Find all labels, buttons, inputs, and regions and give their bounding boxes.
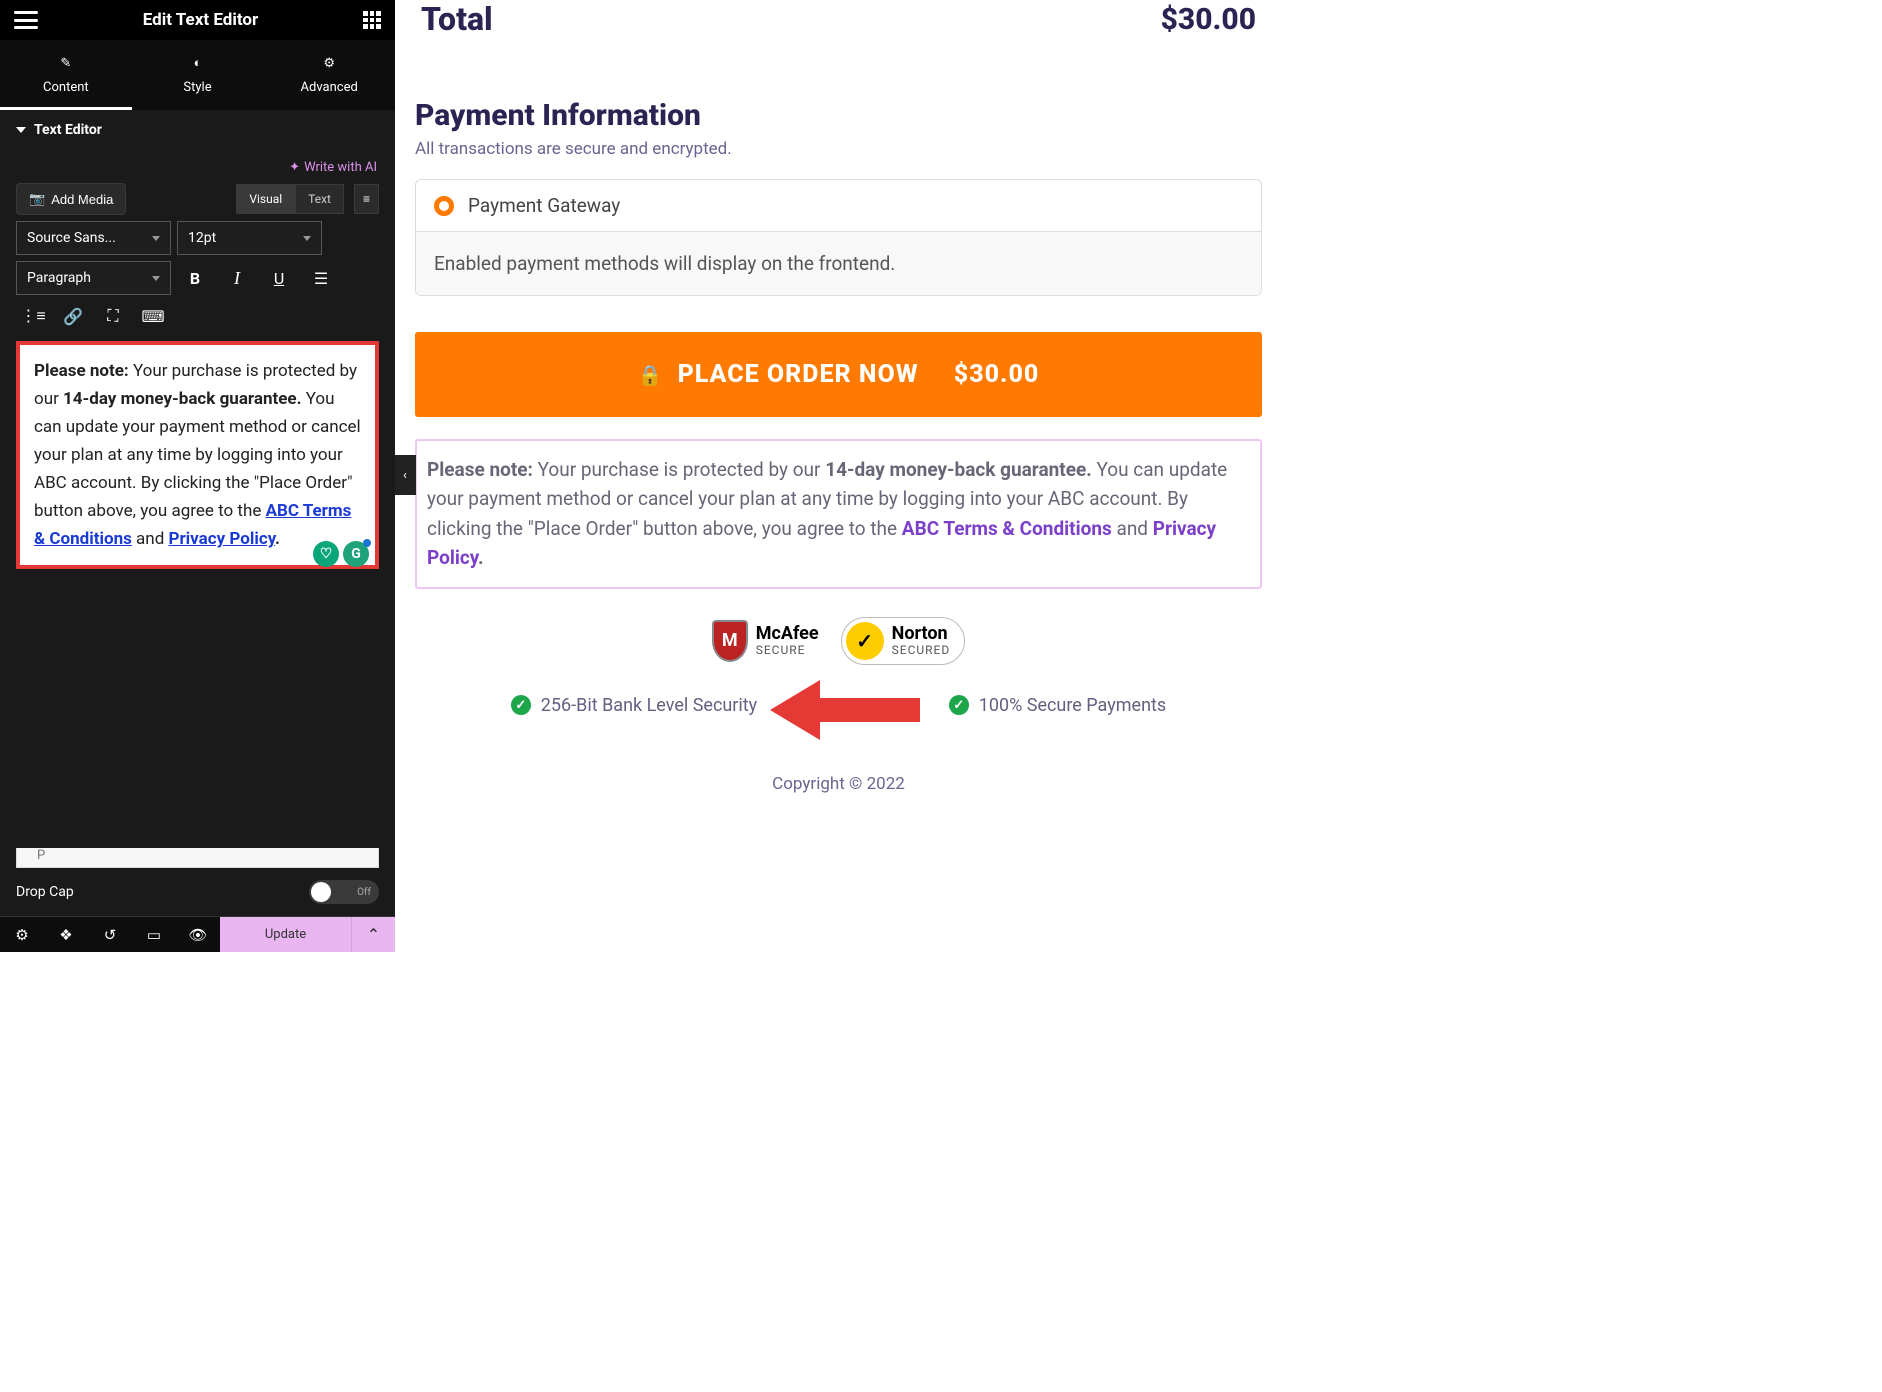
update-button[interactable]: Update bbox=[220, 917, 351, 952]
feature-payments: ✓ 100% Secure Payments bbox=[949, 695, 1166, 716]
privacy-link[interactable]: Privacy Policy bbox=[169, 529, 276, 549]
guarantee-note: Please note: Your purchase is protected … bbox=[415, 439, 1262, 589]
widgets-icon[interactable] bbox=[363, 11, 381, 29]
settings-icon[interactable]: ⚙ bbox=[0, 917, 44, 952]
dropcap-label: Drop Cap bbox=[16, 884, 74, 900]
radio-selected-icon bbox=[434, 196, 454, 216]
norton-badge: ✓ NortonSECURED bbox=[841, 617, 966, 665]
payment-title: Payment Information bbox=[415, 98, 1262, 133]
paragraph-select[interactable]: Paragraph bbox=[16, 261, 171, 295]
sparkle-icon: ✦ bbox=[289, 160, 300, 175]
gateway-description: Enabled payment methods will display on … bbox=[416, 231, 1261, 295]
bold-button[interactable]: B bbox=[177, 261, 213, 295]
place-order-button[interactable]: 🔒 PLACE ORDER NOW $30.00 bbox=[415, 332, 1262, 417]
list-button[interactable]: ☰ bbox=[303, 261, 339, 295]
assist-badge-1[interactable]: ♡ bbox=[313, 541, 339, 567]
underline-button[interactable]: U bbox=[261, 261, 297, 295]
tab-advanced[interactable]: ⚙ Advanced bbox=[263, 40, 395, 110]
keyboard-button[interactable]: ⌨ bbox=[136, 301, 170, 331]
link-button[interactable]: 🔗 bbox=[56, 301, 90, 331]
chevron-down-icon bbox=[16, 127, 26, 133]
database-icon[interactable]: ≡ bbox=[354, 184, 379, 214]
tab-style[interactable]: ◐ Style bbox=[132, 40, 264, 110]
copyright-text: Copyright © 2022 bbox=[415, 774, 1262, 794]
assist-badge-2[interactable]: G bbox=[343, 541, 369, 567]
dropcap-toggle[interactable]: Off bbox=[309, 880, 379, 904]
shield-icon: M bbox=[712, 620, 748, 662]
feature-security: ✓ 256-Bit Bank Level Security bbox=[511, 695, 757, 716]
menu-icon[interactable] bbox=[14, 11, 38, 29]
font-size-select[interactable]: 12pt bbox=[177, 221, 322, 255]
font-family-select[interactable]: Source Sans... bbox=[16, 221, 171, 255]
preview-icon[interactable]: 👁 bbox=[176, 917, 220, 952]
total-amount: $30.00 bbox=[1161, 2, 1256, 37]
chevron-up-icon[interactable]: ⌃ bbox=[351, 917, 395, 952]
panel-tabs: ✎ Content ◐ Style ⚙ Advanced bbox=[0, 40, 395, 110]
payment-gateway-box: Payment Gateway Enabled payment methods … bbox=[415, 179, 1262, 296]
numbered-list-button[interactable]: ⋮≡ bbox=[16, 301, 50, 331]
text-tab[interactable]: Text bbox=[295, 184, 344, 214]
format-toolbar: Source Sans... 12pt Paragraph B I U ☰ ⋮≡… bbox=[0, 221, 395, 331]
check-icon: ✓ bbox=[846, 622, 884, 660]
gear-icon: ⚙ bbox=[320, 54, 338, 72]
pencil-icon: ✎ bbox=[57, 54, 75, 72]
preview-pane: ‹ Total $30.00 Payment Information All t… bbox=[395, 0, 1282, 952]
editor-content[interactable]: Please note: Your purchase is protected … bbox=[16, 341, 379, 569]
panel-topbar: Edit Text Editor bbox=[0, 0, 395, 40]
preview-terms-link[interactable]: ABC Terms & Conditions bbox=[902, 517, 1112, 540]
lock-icon: 🔒 bbox=[638, 363, 664, 387]
responsive-icon[interactable]: ▭ bbox=[132, 917, 176, 952]
add-media-button[interactable]: 📷 Add Media bbox=[16, 183, 126, 215]
panel-footer: ⚙ ❖ ↺ ▭ 👁 Update ⌃ bbox=[0, 916, 395, 952]
mcafee-badge: M McAfeeSECURE bbox=[712, 620, 819, 662]
contrast-icon: ◐ bbox=[189, 54, 207, 72]
panel-title: Edit Text Editor bbox=[143, 10, 258, 30]
write-with-ai-button[interactable]: ✦Write with AI bbox=[289, 160, 377, 175]
editor-panel: Edit Text Editor ✎ Content ◐ Style ⚙ Adv… bbox=[0, 0, 395, 952]
collapse-panel-button[interactable]: ‹ bbox=[395, 455, 416, 495]
check-circle-icon: ✓ bbox=[511, 695, 531, 715]
tab-content[interactable]: ✎ Content bbox=[0, 40, 132, 110]
italic-button[interactable]: I bbox=[219, 261, 255, 295]
media-icon: 📷 bbox=[29, 191, 45, 207]
section-text-editor[interactable]: Text Editor bbox=[0, 110, 395, 150]
check-circle-icon: ✓ bbox=[949, 695, 969, 715]
visual-tab[interactable]: Visual bbox=[236, 184, 295, 214]
gateway-option[interactable]: Payment Gateway bbox=[416, 180, 1261, 231]
payment-subtitle: All transactions are secure and encrypte… bbox=[415, 139, 1262, 159]
element-path: P bbox=[16, 848, 379, 868]
layers-icon[interactable]: ❖ bbox=[44, 917, 88, 952]
fullscreen-button[interactable]: ⛶ bbox=[96, 301, 130, 331]
total-label: Total bbox=[421, 0, 493, 38]
history-icon[interactable]: ↺ bbox=[88, 917, 132, 952]
